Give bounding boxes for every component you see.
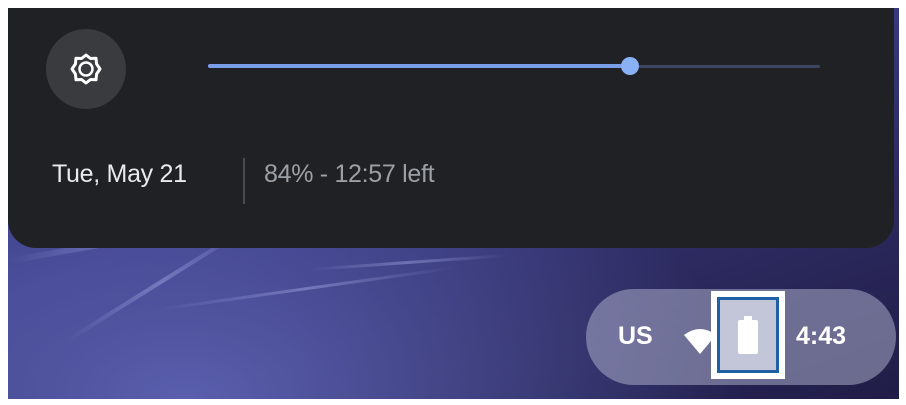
screen: Tue, May 21 84% - 12:57 left US 4:43	[0, 0, 906, 405]
clock[interactable]: 4:43	[796, 322, 846, 351]
brightness-icon	[70, 53, 102, 85]
divider	[243, 158, 245, 204]
battery-status-label[interactable]: 84% - 12:57 left	[264, 160, 435, 189]
brightness-button[interactable]	[46, 29, 126, 109]
date-label[interactable]: Tue, May 21	[52, 160, 187, 189]
quick-settings-panel: Tue, May 21 84% - 12:57 left	[8, 8, 894, 248]
battery-highlight	[711, 291, 785, 379]
brightness-slider[interactable]	[208, 57, 820, 75]
battery-button[interactable]	[717, 297, 779, 373]
battery-icon	[738, 316, 758, 354]
ime-language-indicator[interactable]: US	[618, 322, 653, 351]
slider-fill	[208, 64, 631, 68]
slider-thumb[interactable]	[621, 57, 640, 75]
